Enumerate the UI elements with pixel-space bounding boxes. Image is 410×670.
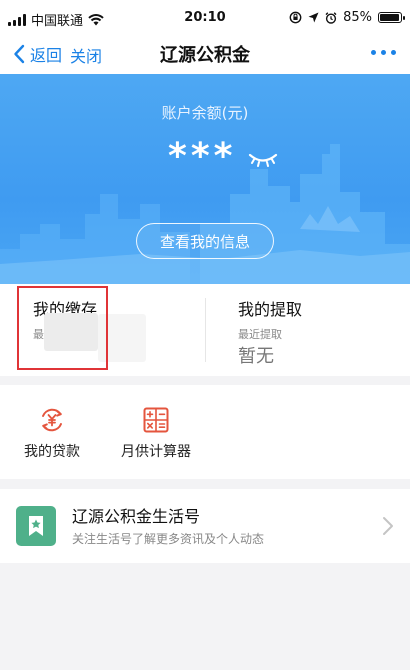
- view-info-button[interactable]: 查看我的信息: [136, 223, 274, 259]
- battery-fill: [380, 14, 399, 21]
- more-dots-icon[interactable]: [371, 50, 396, 55]
- balance-value: ***: [168, 136, 237, 177]
- service-description: 关注生活号了解更多资讯及个人动态: [72, 532, 265, 546]
- my-loan-label: 我的贷款: [24, 444, 80, 460]
- calculator-icon: [143, 407, 169, 433]
- withdraw-value: 暂无: [238, 346, 274, 367]
- yuan-cycle-icon: [42, 408, 62, 432]
- bookmark-star-icon: [16, 506, 56, 546]
- location-arrow-icon: [308, 12, 319, 23]
- close-button[interactable]: 关闭: [70, 43, 102, 67]
- nav-bar: 返回 关闭 辽源公积金: [0, 36, 410, 74]
- battery-icon: [378, 12, 405, 23]
- balance-row: ***: [168, 136, 278, 177]
- chevron-right-icon: [383, 517, 393, 535]
- balance-label: 账户余额(元): [161, 104, 249, 122]
- service-title: 辽源公积金生活号: [72, 507, 201, 526]
- service-account-item[interactable]: 辽源公积金生活号 关注生活号了解更多资讯及个人动态: [0, 489, 410, 563]
- balance-hero: 账户余额(元) *** 查看我的信息: [0, 74, 410, 284]
- tools-section: 我的贷款 月供计算器: [0, 385, 410, 479]
- battery-percent: 85%: [343, 10, 372, 25]
- orientation-lock-icon: [289, 11, 302, 24]
- my-loan-button[interactable]: 我的贷款: [2, 385, 102, 479]
- eye-closed-icon[interactable]: [248, 152, 278, 168]
- status-bar: 中国联通 20:10 85%: [0, 0, 410, 36]
- withdraw-title: 我的提取: [238, 300, 303, 319]
- alarm-icon: [325, 11, 337, 24]
- highlight-box: [17, 286, 108, 370]
- my-withdraw-card[interactable]: 我的提取 最近提取 暂无: [205, 284, 410, 376]
- back-button[interactable]: 返回: [12, 42, 62, 66]
- chevron-left-icon: [14, 44, 25, 64]
- status-right: 85%: [289, 10, 405, 25]
- calculator-label: 月供计算器: [121, 444, 191, 460]
- back-label: 返回: [30, 46, 63, 65]
- mortgage-calculator-button[interactable]: 月供计算器: [106, 385, 206, 479]
- withdraw-sub-label: 最近提取: [238, 328, 282, 341]
